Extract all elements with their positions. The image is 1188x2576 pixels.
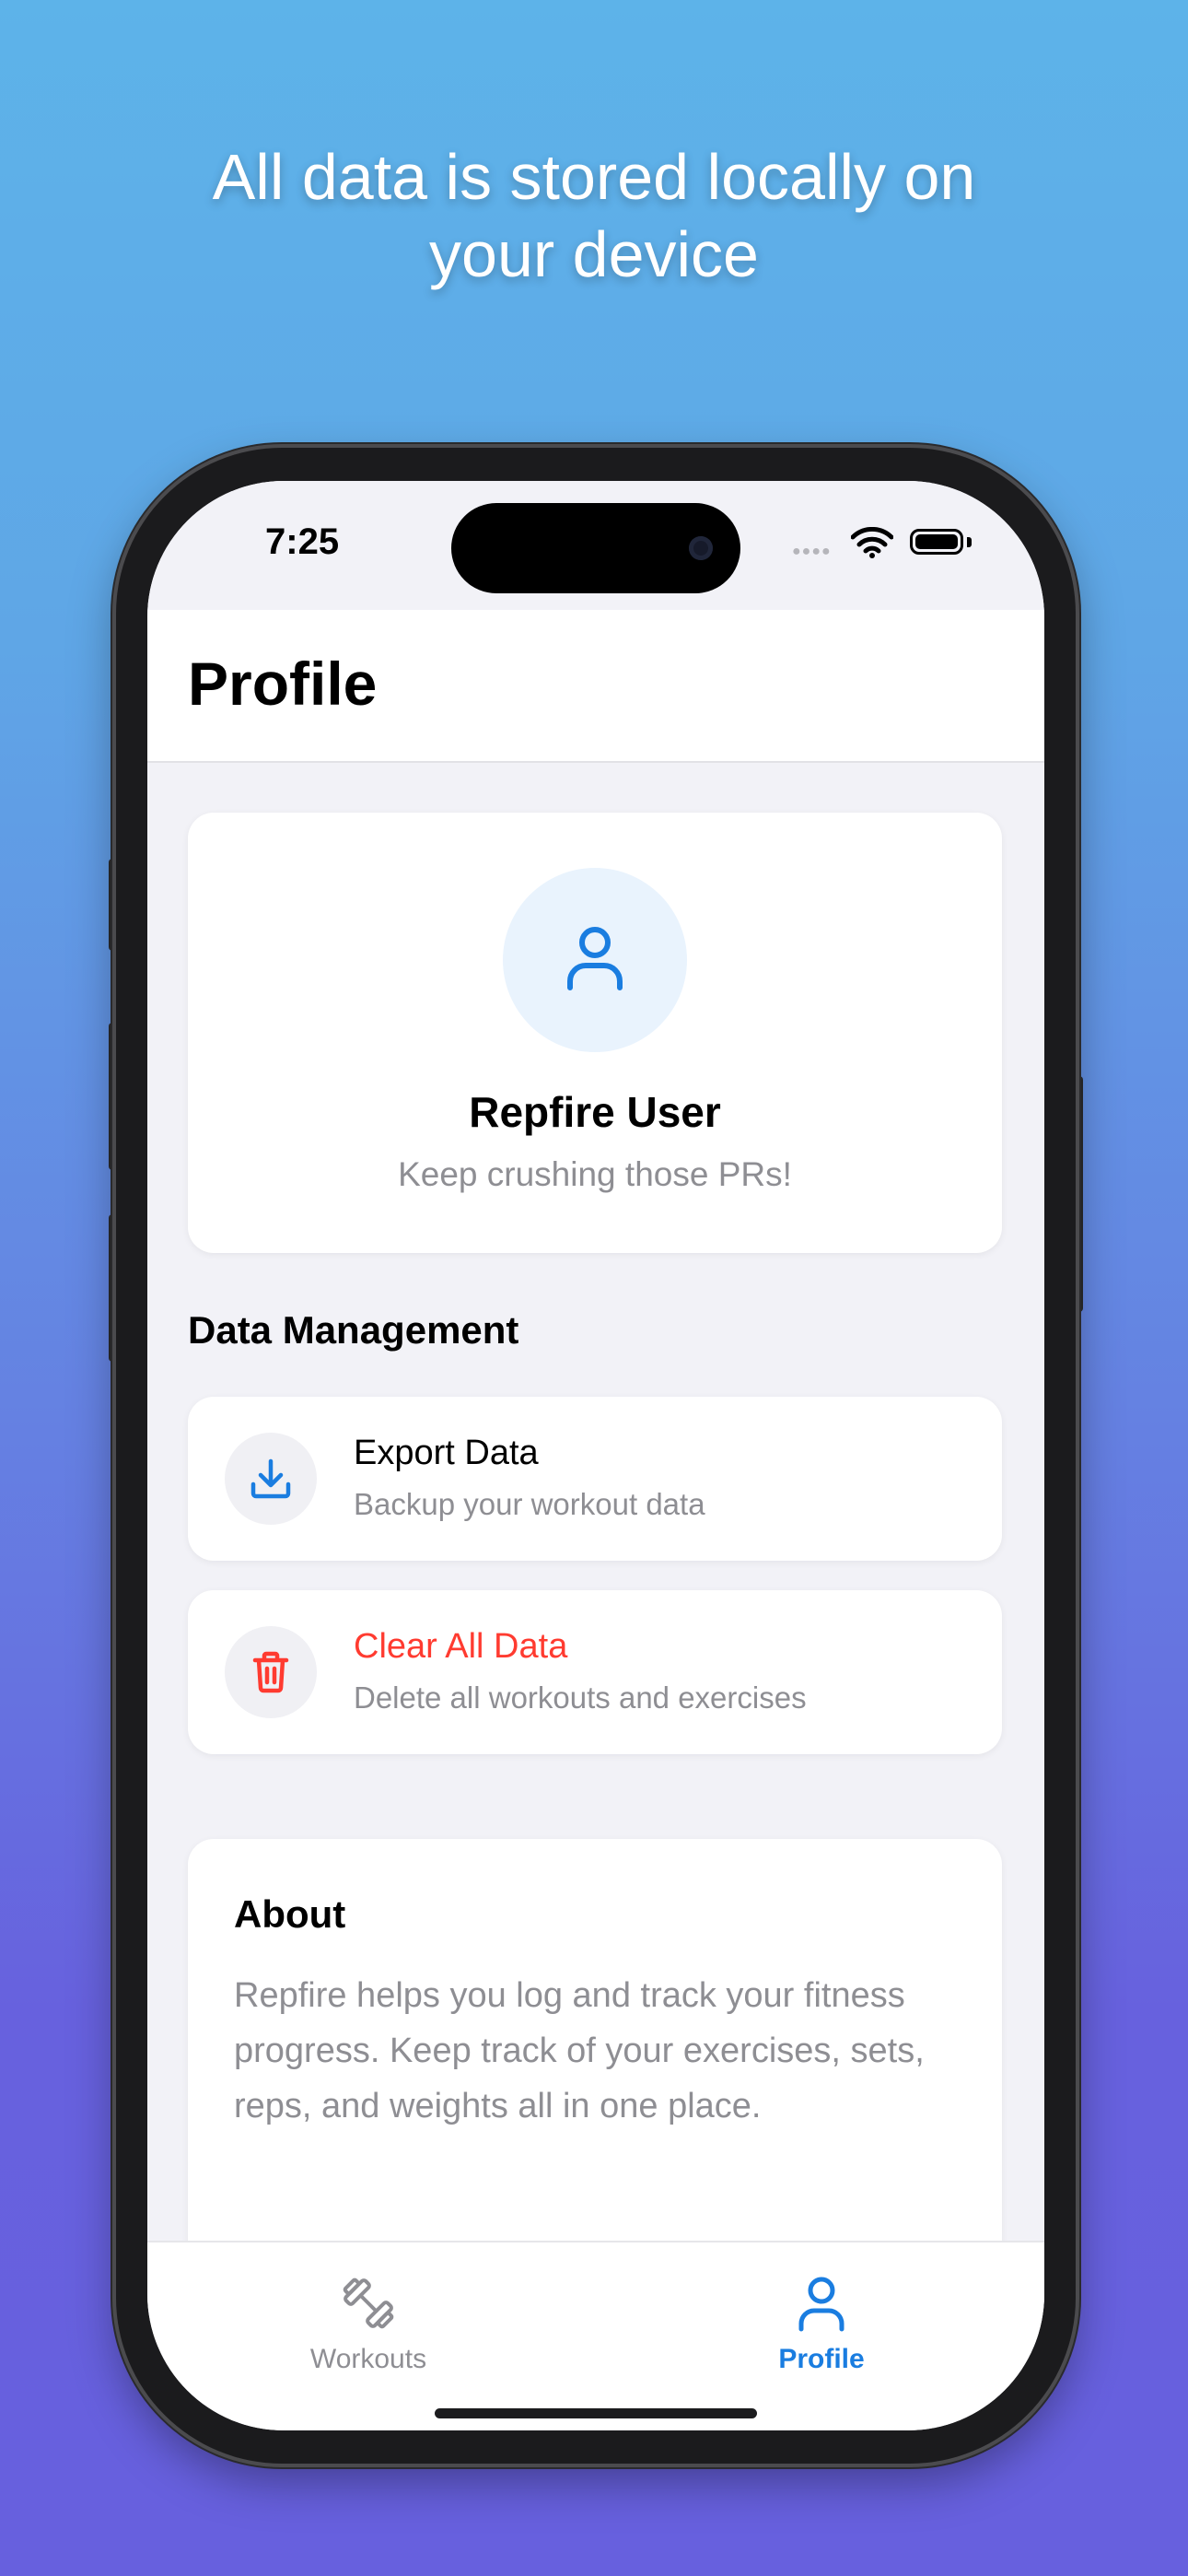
- front-camera-icon: [689, 536, 713, 560]
- dumbbell-icon: [343, 2277, 394, 2329]
- tab-profile[interactable]: Profile: [711, 2274, 932, 2375]
- dynamic-island: [451, 503, 740, 593]
- export-data-subtitle: Backup your workout data: [354, 1487, 705, 1521]
- action-button: [109, 859, 116, 951]
- tab-workouts-label: Workouts: [309, 2344, 427, 2374]
- wifi-icon: [851, 527, 893, 558]
- person-icon: [798, 2277, 844, 2332]
- status-bar: 7:25 ●●●●: [147, 481, 1044, 610]
- clear-all-data-title: Clear All Data: [354, 1627, 568, 1666]
- trash-icon: [252, 1651, 289, 1693]
- about-title: About: [234, 1892, 346, 1936]
- download-icon: [250, 1458, 291, 1499]
- battery-icon: [910, 529, 963, 555]
- headline-line-2: your device: [429, 218, 759, 290]
- signal-dots-icon: ●●●●: [792, 544, 832, 559]
- navigation-bar: Profile: [147, 610, 1044, 763]
- export-icon-badge: [225, 1433, 317, 1525]
- page-title: Profile: [188, 650, 378, 718]
- person-icon: [567, 927, 623, 990]
- clear-all-data-subtitle: Delete all workouts and exercises: [354, 1680, 807, 1715]
- battery-cap: [967, 537, 972, 547]
- clear-icon-badge: [225, 1626, 317, 1718]
- profile-card: Repfire User Keep crushing those PRs!: [188, 813, 1002, 1253]
- data-management-heading: Data Management: [188, 1308, 519, 1352]
- export-data-button[interactable]: Export Data Backup your workout data: [188, 1397, 1002, 1561]
- tab-bar: Workouts Profile: [147, 2241, 1044, 2430]
- status-time: 7:25: [265, 521, 340, 562]
- volume-up-button: [109, 1023, 116, 1170]
- clear-all-data-button[interactable]: Clear All Data Delete all workouts and e…: [188, 1590, 1002, 1754]
- volume-down-button: [109, 1214, 116, 1362]
- profile-tagline: Keep crushing those PRs!: [398, 1155, 792, 1193]
- about-body: Repfire helps you log and track your fit…: [234, 1976, 925, 2125]
- headline-line-1: All data is stored locally on: [212, 141, 976, 213]
- side-button: [1076, 1076, 1083, 1312]
- marketing-headline: All data is stored locally on your devic…: [0, 138, 1188, 293]
- avatar: [503, 868, 687, 1052]
- home-indicator: [435, 2408, 757, 2418]
- profile-name: Repfire User: [469, 1088, 721, 1136]
- tab-profile-label: Profile: [778, 2344, 865, 2374]
- export-data-title: Export Data: [354, 1434, 539, 1472]
- phone-screen: 7:25 ●●●● Profile Repfire User Keep crus…: [147, 481, 1044, 2430]
- tab-workouts[interactable]: Workouts: [258, 2274, 479, 2375]
